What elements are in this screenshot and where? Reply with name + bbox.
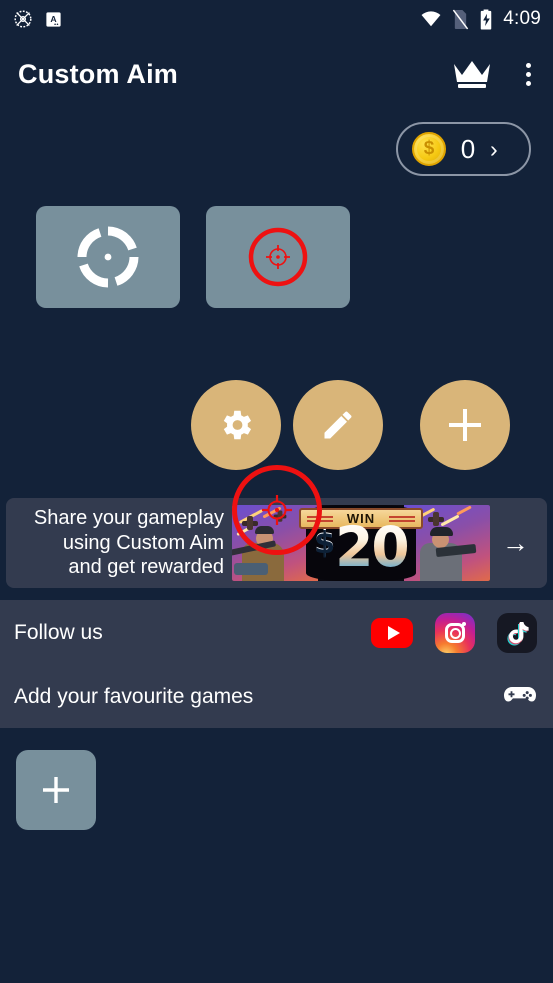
promo-currency: $ (314, 525, 336, 560)
status-bar: A 4:09 (0, 0, 553, 38)
app-letter-a-icon: A (44, 10, 63, 29)
coin-count: 0 (460, 133, 476, 164)
crown-icon[interactable] (452, 58, 492, 90)
status-bar-clock: 4:09 (503, 8, 541, 29)
coin-icon: $ (412, 132, 446, 166)
promo-artwork: WIN $ 20 (232, 505, 490, 581)
add-button[interactable] (420, 380, 510, 470)
crosshair-preview-white[interactable] (36, 206, 180, 308)
follow-us-label: Follow us (14, 621, 103, 644)
pencil-icon (324, 411, 352, 439)
promo-banner[interactable]: Share your gameplay using Custom Aim and… (6, 498, 547, 588)
gamepad-icon[interactable] (503, 682, 537, 713)
promo-text: Share your gameplay using Custom Aim and… (16, 506, 224, 579)
chevron-right-icon: › (490, 135, 498, 162)
promo-line-1: Share your gameplay (33, 507, 224, 530)
coin-balance-button[interactable]: $ 0 › (396, 122, 531, 176)
wifi-icon (420, 10, 442, 28)
app-bar-actions (452, 57, 539, 92)
red-crosshair-icon (248, 227, 308, 287)
app-screen: A 4:09 Custom Aim $ 0 › Share your gamep… (0, 0, 553, 983)
battery-charging-icon (479, 8, 493, 30)
coin-row: $ 0 › (0, 122, 553, 176)
social-icon-row (371, 613, 537, 653)
crosshair-preview-list (0, 176, 553, 308)
settings-button[interactable] (191, 380, 281, 470)
app-bar: Custom Aim (0, 38, 553, 110)
favourite-games-section[interactable]: Add your favourite games (0, 666, 553, 728)
white-crosshair-icon (77, 226, 139, 288)
tiktok-icon[interactable] (497, 613, 537, 653)
promo-shooter-right (412, 523, 477, 581)
page-title: Custom Aim (18, 58, 179, 89)
favourite-games-label: Add your favourite games (14, 685, 254, 708)
gear-icon (223, 410, 252, 440)
instagram-icon[interactable] (435, 613, 475, 653)
more-vertical-icon[interactable] (518, 57, 539, 92)
edit-button[interactable] (293, 380, 383, 470)
status-bar-left-icons: A (12, 8, 63, 30)
promo-arrow-icon[interactable]: → (502, 528, 533, 559)
no-sim-icon (452, 9, 469, 30)
youtube-icon[interactable] (371, 618, 413, 648)
plus-icon (43, 777, 69, 803)
crosshair-preview-red[interactable] (206, 206, 350, 308)
promo-line-3: and get rewarded (68, 556, 224, 579)
promo-amount: 20 (335, 515, 410, 579)
add-game-tile[interactable] (16, 750, 96, 830)
plus-icon (449, 409, 481, 441)
action-button-row (0, 308, 553, 470)
promo-line-2: using Custom Aim (62, 531, 224, 554)
follow-us-section: Follow us (0, 600, 553, 666)
aim-crosshair-icon (12, 8, 34, 30)
promo-prize: $ 20 (314, 515, 410, 579)
game-tile-list (0, 728, 553, 830)
svg-text:A: A (50, 13, 57, 23)
promo-shooter-left (232, 523, 294, 581)
status-bar-right-icons: 4:09 (420, 0, 541, 38)
